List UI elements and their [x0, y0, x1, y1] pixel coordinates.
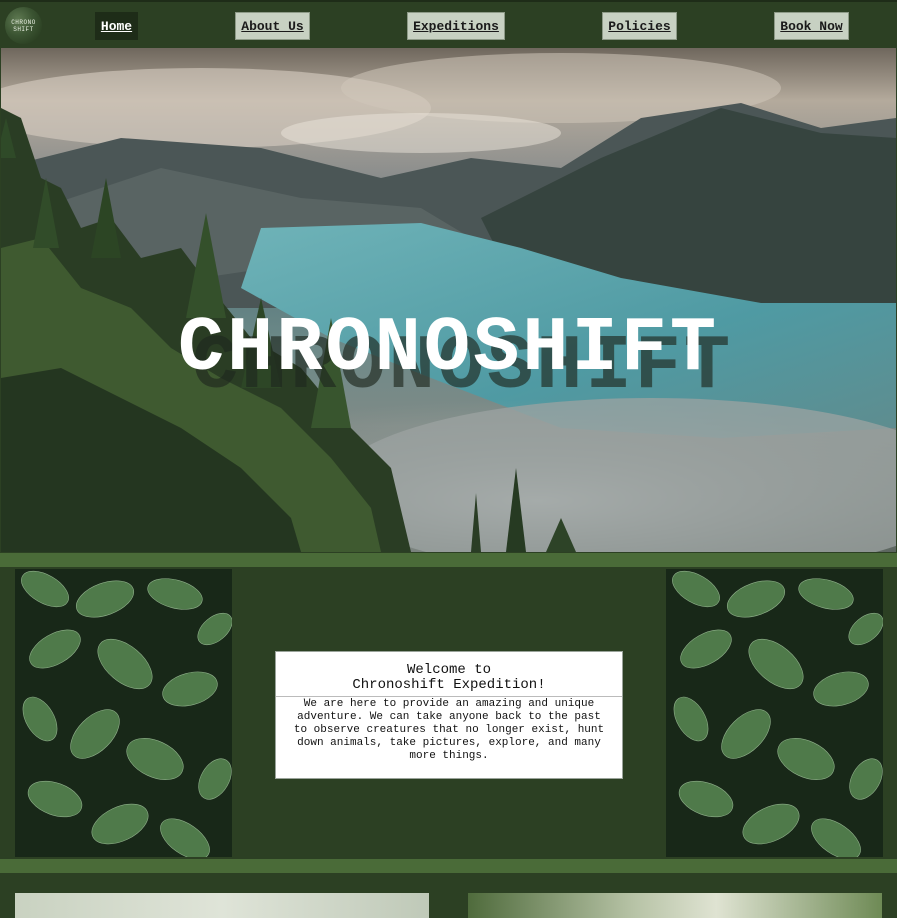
- nav-book-now-link[interactable]: Book Now: [774, 12, 849, 40]
- welcome-body-text: We are here to provide an amazing and un…: [293, 698, 605, 762]
- welcome-heading-line-1: Welcome to: [406, 662, 491, 678]
- hero-landscape-image: [1, 48, 896, 552]
- leaves-image-left: [15, 569, 232, 857]
- site-logo[interactable]: CHRONO SHIFT: [5, 7, 42, 44]
- welcome-heading-line-2: Chronoshift Expedition!: [352, 677, 546, 693]
- hero-title: CHRONOSHIFT: [177, 306, 720, 393]
- bottom-image-right: [468, 893, 882, 918]
- nav-expeditions-link[interactable]: Expeditions: [407, 12, 505, 40]
- hero-banner: CHRONOSHIFT: [1, 48, 896, 552]
- top-nav: CHRONO SHIFT Home About Us Expeditions P…: [0, 0, 897, 48]
- nav-home-link[interactable]: Home: [95, 12, 138, 40]
- nav-about-us-link[interactable]: About Us: [235, 12, 310, 40]
- leaves-image-right: [666, 569, 883, 857]
- section-divider-top: [0, 553, 897, 567]
- logo-line-1: CHRONO: [11, 18, 36, 26]
- logo-line-2: SHIFT: [13, 25, 34, 33]
- section-divider-bottom: [0, 859, 897, 873]
- welcome-card: Welcome to Chronoshift Expedition! We ar…: [275, 651, 623, 779]
- nav-policies-link[interactable]: Policies: [602, 12, 677, 40]
- bottom-image-left: [15, 893, 429, 918]
- welcome-heading: Welcome to Chronoshift Expedition!: [276, 652, 622, 697]
